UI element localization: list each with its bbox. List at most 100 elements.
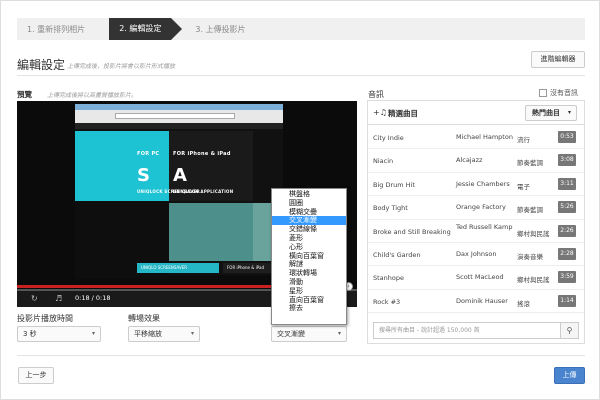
audio-panel: +♫ 精選曲目 熱門曲目 ▾ City Indie Michael Hampton… bbox=[367, 100, 585, 344]
volume-icon[interactable]: ♬ bbox=[55, 294, 62, 303]
photo-panel bbox=[169, 203, 253, 261]
featured-tracks-label: 精選曲目 bbox=[388, 109, 418, 118]
track-artist: Dominik Hauser bbox=[456, 296, 508, 305]
track-duration[interactable]: 3:08 bbox=[558, 154, 576, 167]
duration-select[interactable]: 3 秒 ▾ bbox=[17, 326, 101, 342]
transition-option[interactable]: 圓圈 bbox=[272, 199, 346, 208]
advanced-editor-button[interactable]: 進階編輯器 bbox=[531, 51, 585, 68]
track-row[interactable]: Child's Garden Dax Johnson 演奏音樂 2:28 bbox=[368, 243, 584, 267]
step-edit-settings[interactable]: 2. 編輯設定 bbox=[109, 18, 183, 40]
application-text: UNIQLOCK APPLICATION bbox=[173, 189, 234, 194]
track-duration[interactable]: 3:59 bbox=[558, 271, 576, 284]
duration-value: 3 秒 bbox=[23, 330, 37, 338]
page: 1. 重新排列相片 2. 編輯設定 3. 上傳投影片 編輯設定 上傳完成後，投影… bbox=[0, 0, 600, 400]
chevron-down-icon: ▾ bbox=[91, 330, 95, 337]
transition-option[interactable]: 擦去 bbox=[272, 304, 346, 313]
transition-dropdown-list[interactable]: 棋盤格 圓圈 模糊交疊 交叉漸變 交錯線條 菱形 心形 橫向百葉窗 解謎 環狀轉場 滑動 星形 直向百葉… bbox=[271, 188, 347, 325]
track-row[interactable]: Broke and Still Breaking Ted Russell Kamp… bbox=[368, 220, 584, 243]
chevron-down-icon: ▾ bbox=[337, 330, 341, 337]
track-name: Niacin bbox=[373, 157, 394, 166]
step-rearrange[interactable]: 1. 重新排列相片 bbox=[27, 24, 85, 35]
track-search-input[interactable]: 搜尋所有曲目 - 說計超過 150,000 首 ⚲ bbox=[373, 322, 579, 339]
track-name: Big Drum Hit bbox=[373, 180, 415, 189]
track-name: Broke and Still Breaking bbox=[373, 227, 451, 236]
search-placeholder: 搜尋所有曲目 - 說計超過 150,000 首 bbox=[379, 327, 480, 334]
hot-tracks-button[interactable]: 熱門曲目 ▾ bbox=[525, 105, 577, 121]
track-row[interactable]: Body Tight Orange Factory 節奏藍調 5:26 bbox=[368, 196, 584, 220]
no-audio-checkbox[interactable]: 沒有音訊 bbox=[539, 88, 578, 98]
track-genre: 鄉村與民謠 bbox=[517, 229, 550, 238]
hot-tracks-label: 熱門曲目 bbox=[532, 109, 560, 117]
no-audio-label: 沒有音訊 bbox=[550, 89, 578, 97]
music-note-icon: +♫ bbox=[373, 108, 387, 117]
step-upload[interactable]: 3. 上傳投影片 bbox=[195, 24, 245, 35]
track-name: Child's Garden bbox=[373, 250, 421, 259]
page-subtitle: 上傳完成後，投影片將會以影片形式播放 bbox=[67, 63, 176, 70]
transition-option[interactable]: 棋盤格 bbox=[272, 190, 346, 199]
transition-option[interactable]: 環狀轉場 bbox=[272, 269, 346, 278]
track-row[interactable]: Big Drum Hit Jessie Chambers 電子 3:11 bbox=[368, 173, 584, 197]
audio-title: 音訊 bbox=[368, 90, 384, 99]
track-genre: 搖滾 bbox=[517, 299, 530, 308]
a-letter: A bbox=[173, 165, 187, 186]
track-row[interactable]: Rock #3 Dominik Hauser 搖滾 1:14 bbox=[368, 290, 584, 314]
track-name: Rock #3 bbox=[373, 297, 401, 306]
track-duration[interactable]: 2:26 bbox=[558, 224, 576, 237]
transition-option[interactable]: 直向百葉窗 bbox=[272, 296, 346, 305]
track-duration[interactable]: 5:26 bbox=[558, 201, 576, 214]
search-icon[interactable]: ⚲ bbox=[560, 323, 578, 338]
track-genre: 演奏音樂 bbox=[517, 252, 543, 261]
track-row[interactable]: Niacin Alcajazz 節奏藍調 3:08 bbox=[368, 149, 584, 173]
track-duration[interactable]: 3:11 bbox=[558, 177, 576, 190]
transition-select[interactable]: 交叉漸變 ▾ bbox=[271, 326, 347, 342]
step-bar: 1. 重新排列相片 2. 編輯設定 3. 上傳投影片 bbox=[17, 18, 585, 40]
video-frame: FOR PC FOR iPhone & iPad S A UNIQLOCK SC… bbox=[75, 123, 283, 279]
track-artist: Alcajazz bbox=[456, 156, 483, 165]
audio-header: +♫ 精選曲目 熱門曲目 ▾ bbox=[368, 101, 584, 125]
track-duration[interactable]: 1:14 bbox=[558, 294, 576, 307]
track-artist: Orange Factory bbox=[456, 203, 506, 212]
track-artist: Jessie Chambers bbox=[456, 179, 510, 188]
divider bbox=[17, 355, 585, 356]
track-name: City Indie bbox=[373, 134, 404, 142]
transition-option[interactable]: 菱形 bbox=[272, 234, 346, 243]
replay-icon[interactable]: ↻ bbox=[31, 294, 38, 303]
effect-value: 平移縮放 bbox=[134, 330, 162, 338]
track-list: City Indie Michael Hampton 流行 0:53 Niacin Alc… bbox=[368, 126, 584, 314]
transition-option[interactable]: 解謎 bbox=[272, 260, 346, 269]
transition-option[interactable]: 滑動 bbox=[272, 278, 346, 287]
checkbox-icon[interactable] bbox=[539, 89, 547, 97]
pc-label: FOR PC bbox=[137, 151, 160, 157]
track-name: Stanhope bbox=[373, 274, 404, 283]
track-artist: Ted Russell Kamp bbox=[456, 222, 513, 231]
back-button[interactable]: 上一步 bbox=[18, 367, 54, 384]
track-duration[interactable]: 2:28 bbox=[558, 247, 576, 260]
transition-option[interactable]: 心形 bbox=[272, 243, 346, 252]
browser-toolbar bbox=[75, 110, 283, 123]
preview-label: 預覽 bbox=[17, 90, 32, 99]
track-artist: Scott MacLeod bbox=[456, 273, 504, 282]
transition-option[interactable]: 交錯線條 bbox=[272, 225, 346, 234]
transition-option[interactable]: 星形 bbox=[272, 287, 346, 296]
track-genre: 節奏藍調 bbox=[517, 159, 543, 168]
track-row[interactable]: Stanhope Scott MacLeod 鄉村與民謠 3:59 bbox=[368, 266, 584, 290]
track-name: Body Tight bbox=[373, 204, 408, 213]
chevron-down-icon: ▾ bbox=[567, 109, 571, 116]
effect-label: 轉場效果 bbox=[128, 314, 160, 323]
transition-option[interactable]: 橫向百葉窗 bbox=[272, 252, 346, 261]
page-title: 編輯設定 bbox=[17, 58, 66, 72]
track-genre: 鄉村與民謠 bbox=[517, 276, 550, 285]
transition-option[interactable]: 交叉漸變 bbox=[272, 216, 346, 226]
track-row[interactable]: City Indie Michael Hampton 流行 0:53 bbox=[368, 126, 584, 150]
track-genre: 流行 bbox=[517, 136, 530, 144]
effect-select[interactable]: 平移縮放 ▾ bbox=[128, 326, 200, 342]
screensaver-button: UNIQLO SCREENSAVER bbox=[137, 263, 219, 273]
track-genre: 電子 bbox=[517, 182, 530, 191]
track-duration[interactable]: 0:53 bbox=[558, 131, 576, 143]
address-bar bbox=[115, 113, 235, 119]
preview-hint: 上傳完成後將以高畫質播放影片。 bbox=[47, 92, 138, 99]
s-letter: S bbox=[137, 165, 150, 186]
upload-button[interactable]: 上傳 bbox=[554, 367, 585, 384]
site-nav bbox=[75, 123, 283, 129]
video-time: 0:18 / 0:18 bbox=[75, 294, 111, 302]
